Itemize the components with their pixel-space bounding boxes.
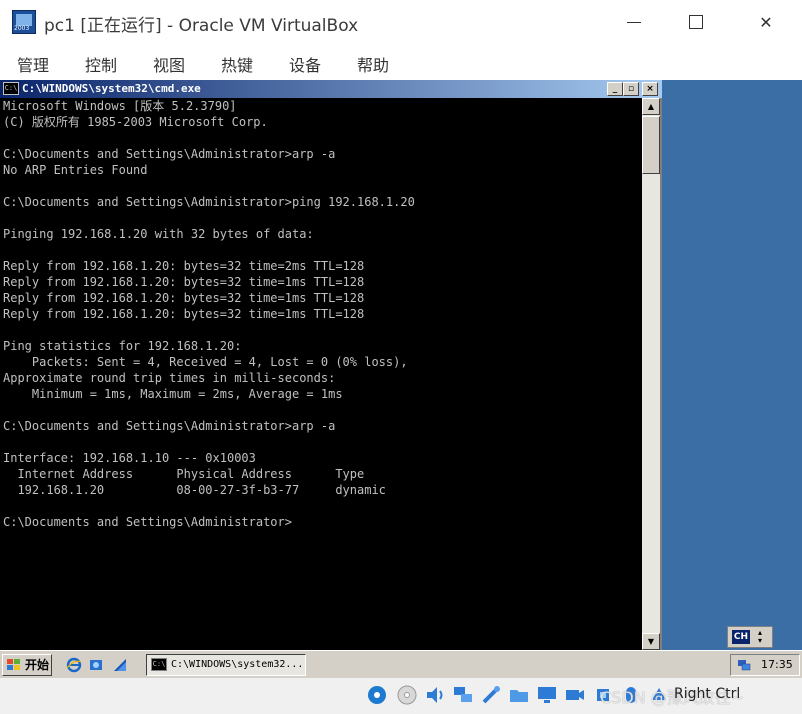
close-icon: ✕ bbox=[759, 12, 773, 32]
console-line: (C) 版权所有 1985-2003 Microsoft Corp. bbox=[3, 115, 268, 129]
guest-taskbar: 开始 C:\ C:\WINDOWS\system32... 17:35 bbox=[0, 650, 802, 678]
console-line: No ARP Entries Found bbox=[3, 163, 148, 177]
console-line: Minimum = 1ms, Maximum = 2ms, Average = … bbox=[3, 387, 343, 401]
cmd-title: C:\WINDOWS\system32\cmd.exe bbox=[22, 82, 201, 95]
guest-desktop[interactable] bbox=[662, 80, 802, 650]
cmd-window[interactable]: C:\ C:\WINDOWS\system32\cmd.exe _ ▫ × Mi… bbox=[0, 80, 662, 650]
system-tray: 17:35 bbox=[730, 654, 800, 676]
menu-control[interactable]: 控制 bbox=[85, 52, 117, 76]
console-line: Reply from 192.168.1.20: bytes=32 time=1… bbox=[3, 275, 365, 289]
host-key-label: Right Ctrl bbox=[674, 686, 741, 702]
start-label: 开始 bbox=[25, 658, 50, 672]
console-line: Ping statistics for 192.168.1.20: bbox=[3, 339, 242, 353]
windows-logo-icon bbox=[7, 659, 21, 671]
scroll-thumb[interactable] bbox=[642, 116, 660, 174]
cmd-restore-button[interactable]: ▫ bbox=[623, 82, 639, 96]
internet-explorer-icon[interactable] bbox=[66, 657, 82, 673]
host-titlebar: 2003 pc1 [正在运行] - Oracle VM VirtualBox ✕ bbox=[0, 0, 802, 46]
menu-devices[interactable]: 设备 bbox=[289, 52, 321, 76]
console-line: Approximate round trip times in milli-se… bbox=[3, 371, 336, 385]
recording-icon[interactable] bbox=[564, 684, 586, 706]
cmd-close-button[interactable]: × bbox=[642, 82, 658, 96]
minimize-icon: _ bbox=[612, 84, 618, 94]
console-line: Reply from 192.168.1.20: bytes=32 time=1… bbox=[3, 291, 365, 305]
maximize-icon bbox=[689, 15, 703, 29]
clock[interactable]: 17:35 bbox=[761, 658, 793, 671]
guest-display[interactable]: C:\ C:\WINDOWS\system32\cmd.exe _ ▫ × Mi… bbox=[0, 80, 802, 678]
hard-disk-icon[interactable] bbox=[366, 684, 388, 706]
usb-icon[interactable] bbox=[480, 684, 502, 706]
menu-manage[interactable]: 管理 bbox=[17, 52, 49, 76]
close-button[interactable]: ✕ bbox=[744, 6, 788, 38]
virtualbox-app-icon: 2003 bbox=[12, 10, 36, 34]
console-line: Reply from 192.168.1.20: bytes=32 time=1… bbox=[3, 307, 365, 321]
console-line: Reply from 192.168.1.20: bytes=32 time=2… bbox=[3, 259, 365, 273]
scroll-up-button[interactable]: ▲ bbox=[642, 98, 660, 115]
menu-help[interactable]: 帮助 bbox=[357, 52, 389, 76]
console-line: Pinging 192.168.1.20 with 32 bytes of da… bbox=[3, 227, 314, 241]
network-adapter-icon[interactable] bbox=[452, 684, 474, 706]
console-line: Packets: Sent = 4, Received = 4, Lost = … bbox=[3, 355, 408, 369]
host-menubar: 管理 控制 视图 热键 设备 帮助 bbox=[0, 46, 802, 80]
console-line: 192.168.1.20 08-00-27-3f-b3-77 dynamic bbox=[3, 483, 386, 497]
display-icon[interactable] bbox=[536, 684, 558, 706]
language-menu-icon[interactable]: ▴ ▾ bbox=[758, 629, 762, 645]
console-line: C:\Documents and Settings\Administrator>… bbox=[3, 147, 336, 161]
console-line: C:\Documents and Settings\Administrator>… bbox=[3, 195, 415, 209]
arrow-down-icon: ▼ bbox=[647, 637, 655, 646]
menu-hotkeys[interactable]: 热键 bbox=[221, 52, 253, 76]
maximize-button[interactable] bbox=[674, 6, 718, 38]
taskbar-cmd-button[interactable]: C:\ C:\WINDOWS\system32... bbox=[146, 654, 306, 676]
minimize-button[interactable] bbox=[612, 6, 656, 38]
arrow-up-icon: ▲ bbox=[647, 102, 655, 111]
console-line: Interface: 192.168.1.10 --- 0x10003 bbox=[3, 451, 256, 465]
start-button[interactable]: 开始 bbox=[2, 654, 52, 676]
cmd-icon: C:\ bbox=[151, 658, 167, 671]
cmd-minimize-button[interactable]: _ bbox=[607, 82, 623, 96]
taskbar-cmd-label: C:\WINDOWS\system32... bbox=[171, 659, 304, 670]
cmd-scrollbar[interactable]: ▲ ▼ bbox=[642, 98, 660, 650]
language-bar[interactable]: CH ▴ ▾ bbox=[727, 626, 773, 648]
cmd-titlebar[interactable]: C:\ C:\WINDOWS\system32\cmd.exe _ ▫ × bbox=[0, 80, 662, 98]
menu-view[interactable]: 视图 bbox=[153, 52, 185, 76]
outlook-express-icon[interactable] bbox=[88, 657, 104, 673]
minimize-icon bbox=[627, 21, 641, 23]
console-line: C:\Documents and Settings\Administrator> bbox=[3, 515, 292, 529]
cmd-console-output[interactable]: Microsoft Windows [版本 5.2.3790] (C) 版权所有 … bbox=[0, 98, 642, 650]
optical-drive-icon[interactable] bbox=[396, 684, 418, 706]
restore-icon: ▫ bbox=[627, 84, 635, 94]
console-line: Internet Address Physical Address Type bbox=[3, 467, 365, 481]
close-icon: × bbox=[646, 84, 654, 94]
network-icon[interactable] bbox=[737, 658, 751, 672]
language-indicator[interactable]: CH bbox=[732, 630, 750, 644]
console-line: Microsoft Windows [版本 5.2.3790] bbox=[3, 99, 237, 113]
host-statusbar: CSDN @豫风故往~ Right Ctrl bbox=[0, 678, 802, 714]
window-title: pc1 [正在运行] - Oracle VM VirtualBox bbox=[44, 16, 359, 36]
shared-folders-icon[interactable] bbox=[508, 684, 530, 706]
show-desktop-icon[interactable] bbox=[112, 657, 128, 673]
audio-icon[interactable] bbox=[424, 684, 446, 706]
scroll-down-button[interactable]: ▼ bbox=[642, 633, 660, 650]
console-line: C:\Documents and Settings\Administrator>… bbox=[3, 419, 336, 433]
cmd-icon[interactable]: C:\ bbox=[3, 82, 19, 95]
